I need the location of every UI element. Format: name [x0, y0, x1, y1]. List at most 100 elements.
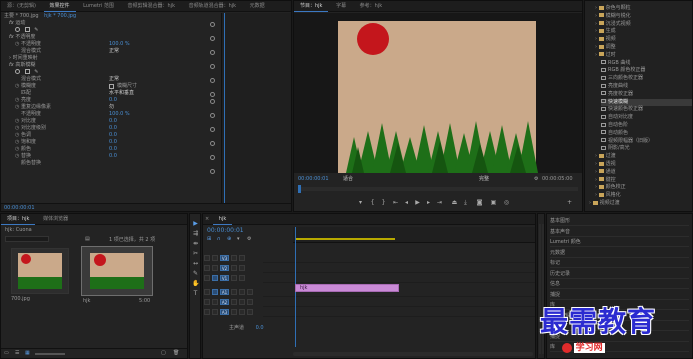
lock-icon[interactable] [204, 274, 210, 281]
effects-item[interactable]: 自动颜色 [601, 130, 692, 137]
prop-value[interactable]: 0.0 [109, 146, 117, 153]
track-lane[interactable] [263, 274, 535, 283]
mic-icon[interactable] [247, 298, 253, 305]
close-icon[interactable]: × [203, 214, 211, 225]
effects-folder[interactable]: › 风格化 [595, 192, 692, 199]
vr-icon[interactable]: ◎ [503, 199, 510, 206]
checkbox-icon[interactable] [109, 84, 114, 89]
quality-select[interactable]: 完整 [479, 175, 489, 184]
tab-media-browser[interactable]: 媒体浏览器 [37, 214, 74, 225]
prop-value[interactable]: 0.0 [109, 139, 117, 146]
master-value[interactable]: 0.0 [256, 325, 264, 331]
tab-titles[interactable]: 字幕 [330, 1, 352, 12]
track-target-button[interactable] [212, 308, 218, 315]
reset-icon[interactable] [210, 169, 215, 174]
prop-value[interactable]: 勿 [109, 104, 114, 111]
tab-audio-clip-mixer[interactable]: 音频剪辑混合器：hjk [122, 1, 181, 12]
effects-item[interactable]: 视频限幅器（旧版） [601, 138, 692, 145]
time-ruler[interactable] [293, 227, 535, 243]
workspace-panel-item[interactable]: 基本图形 [550, 217, 689, 226]
lift-icon[interactable]: ⏏ [451, 199, 458, 206]
timeline-clip[interactable]: hjk [295, 284, 399, 292]
delete-icon[interactable]: 🗑 [173, 350, 179, 356]
tab-source[interactable]: 源：(无剪辑) [1, 1, 42, 12]
workspace-panel-item[interactable]: 基本声音 [550, 228, 689, 237]
work-area-bar[interactable] [295, 238, 395, 240]
track-lane[interactable] [263, 298, 535, 307]
new-bin-icon[interactable]: ▤ [85, 236, 90, 242]
project-search-input[interactable] [5, 236, 49, 242]
zoom-slider[interactable] [35, 353, 65, 355]
track-lane[interactable] [263, 264, 535, 273]
workspace-panel-item[interactable]: 捕捉 [550, 291, 689, 300]
linked-icon[interactable]: ⊕ [227, 236, 231, 242]
solo-button[interactable] [239, 308, 245, 315]
reset-icon[interactable] [210, 141, 215, 146]
effect-mini-timeline[interactable] [221, 13, 291, 203]
effects-item[interactable]: 快速模糊 [601, 98, 692, 106]
effects-folder[interactable]: › 通道 [595, 169, 692, 176]
list-view-icon[interactable]: ☰ [15, 350, 19, 356]
add-button-icon[interactable]: + [566, 199, 573, 206]
compare-icon[interactable]: ▣ [490, 199, 497, 206]
sync-lock-icon[interactable] [231, 254, 237, 261]
solo-button[interactable] [239, 288, 245, 295]
blend-mode-select[interactable]: 正常 [109, 48, 119, 55]
text-tool-icon[interactable]: T [192, 290, 199, 297]
nest-icon[interactable]: ⊞ [207, 236, 211, 242]
workspace-panel-item[interactable]: 标记 [550, 259, 689, 268]
effects-item[interactable]: 亮度曲线 [601, 83, 692, 90]
tab-program[interactable]: 节目：hjk [294, 1, 329, 12]
effects-folder[interactable]: › 视频 [595, 36, 692, 43]
section-opacity[interactable]: fx 不透明度 [1, 34, 221, 41]
reset-icon[interactable] [210, 155, 215, 160]
eye-icon[interactable] [239, 274, 245, 281]
mic-icon[interactable] [247, 288, 253, 295]
play-icon[interactable]: ▶ [414, 199, 421, 206]
mute-button[interactable] [231, 308, 237, 315]
solo-button[interactable] [239, 298, 245, 305]
effects-folder[interactable]: › 杂色与颗粒 [595, 5, 692, 12]
tab-sequence[interactable]: hjk [212, 214, 233, 225]
tab-audio-track-mixer[interactable]: 音频轨道混合器：hjk [183, 1, 242, 12]
effects-folder[interactable]: › 模糊与锐化 [595, 13, 692, 20]
effects-item[interactable]: 阴影/高光 [601, 145, 692, 152]
prop-value[interactable]: 0.0 [109, 132, 117, 139]
prop-value[interactable]: 0.0 [109, 97, 117, 104]
lock-icon[interactable] [204, 308, 210, 315]
step-back-icon[interactable]: ◂ [403, 199, 410, 206]
go-to-in-icon[interactable]: ⇤ [392, 199, 399, 206]
extract-icon[interactable]: ⤓ [462, 199, 469, 206]
track-name-button[interactable]: A2 [220, 298, 229, 305]
timeline-timecode[interactable]: 00:00:00:01 [207, 227, 244, 234]
effects-folder[interactable]: › 生成 [595, 28, 692, 35]
slip-tool-icon[interactable]: ↔ [192, 260, 199, 267]
track-lane[interactable] [263, 308, 535, 317]
playhead-marker[interactable] [298, 185, 301, 193]
lock-icon[interactable] [204, 288, 210, 295]
track-target-button[interactable] [212, 288, 218, 295]
razor-tool-icon[interactable]: ✂ [192, 250, 199, 257]
mark-in-icon[interactable]: { [369, 199, 376, 206]
effects-folder[interactable]: › 颜色校正 [595, 184, 692, 191]
project-thumb[interactable] [11, 248, 69, 294]
effects-item[interactable]: 三向颜色校正器 [601, 75, 692, 82]
effect-timecode[interactable]: 00:00:00:01 [4, 205, 35, 211]
eye-icon[interactable] [239, 254, 245, 261]
reset-icon[interactable] [210, 50, 215, 55]
tab-project[interactable]: 项目：hjk [1, 214, 36, 225]
ripple-edit-icon[interactable]: ⇹ [192, 240, 199, 247]
prop-value[interactable]: 0.0 [109, 125, 117, 132]
mute-button[interactable] [231, 298, 237, 305]
prop-value[interactable]: 0.0 [109, 153, 117, 160]
mute-button[interactable] [231, 288, 237, 295]
track-name-button[interactable]: V3 [220, 254, 229, 261]
pen-mask-icon[interactable]: ✎ [34, 69, 38, 75]
ellipse-mask-icon[interactable] [15, 27, 20, 32]
reset-icon[interactable] [210, 113, 215, 118]
track-target-button[interactable] [212, 298, 218, 305]
settings-wrench-icon[interactable]: ⚙ [247, 236, 251, 242]
icon-view-icon[interactable]: ▦ [25, 350, 30, 356]
workspace-panel-item[interactable]: 信息 [550, 280, 689, 289]
effects-folder[interactable]: › 透视 [595, 161, 692, 168]
